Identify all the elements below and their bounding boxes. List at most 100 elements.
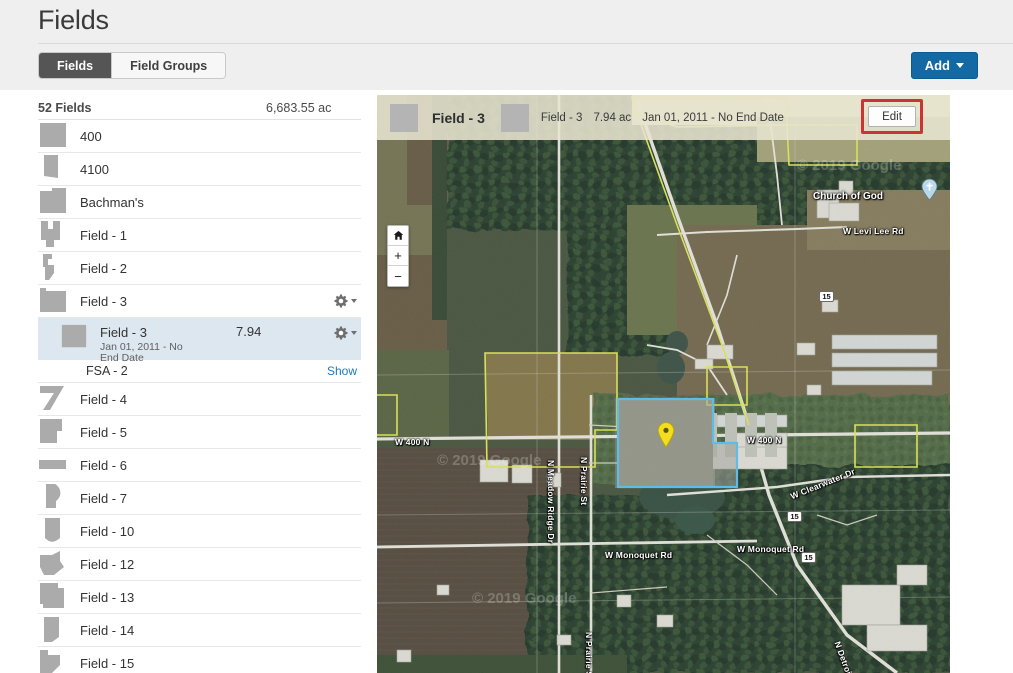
field-shape-thumb bbox=[38, 582, 68, 612]
field-shape-icon bbox=[41, 221, 60, 247]
field-row-label: Field - 14 bbox=[80, 622, 135, 638]
field-row[interactable]: Field - 10 bbox=[38, 515, 361, 548]
field-row[interactable]: Field - 4 bbox=[38, 383, 361, 416]
zoom-out-icon[interactable]: − bbox=[388, 266, 408, 286]
road-label: N Prairie St bbox=[584, 632, 594, 673]
tab-fields[interactable]: Fields bbox=[39, 53, 113, 78]
road-label: W Monoquet Rd bbox=[737, 544, 805, 554]
map-panel[interactable]: W 400 N W 400 N W Levi Lee Rd N Meadow Ridg… bbox=[377, 95, 950, 673]
field-shape-icon bbox=[44, 617, 59, 642]
fields-list: 400 4100 Bachman's Field - 1 Field - 2 Field … bbox=[22, 120, 377, 673]
field-shape-icon bbox=[40, 123, 66, 147]
fields-page: Fields Fields Field Groups Add 52 Fields… bbox=[0, 0, 1013, 673]
field-row[interactable]: Field - 1 bbox=[38, 219, 361, 252]
total-acres: 6,683.55 ac bbox=[266, 100, 332, 115]
fsa-show-link[interactable]: Show bbox=[327, 364, 357, 378]
home-glyph bbox=[393, 230, 403, 240]
field-row[interactable]: Field - 12 bbox=[38, 548, 361, 581]
field-shape-thumb bbox=[38, 450, 68, 480]
field-shape-icon bbox=[40, 551, 64, 575]
field-row[interactable]: Field - 15 bbox=[38, 647, 361, 673]
church-icon bbox=[921, 179, 938, 201]
field-row[interactable]: Field - 3 bbox=[38, 285, 361, 318]
road-label: W Monoquet Rd bbox=[605, 550, 673, 560]
field-row[interactable]: 400 bbox=[38, 120, 361, 153]
season-name: Field - 3 bbox=[100, 325, 147, 340]
map-attribution-watermark: © 2019 Google bbox=[797, 157, 902, 174]
tab-field-groups[interactable]: Field Groups bbox=[112, 53, 226, 78]
home-icon[interactable] bbox=[388, 226, 408, 246]
caret-down-icon bbox=[351, 299, 357, 303]
page-title: Fields bbox=[38, 5, 109, 35]
field-shape-icon bbox=[40, 188, 66, 213]
caret-down-icon bbox=[351, 331, 357, 335]
road-label: W 400 N bbox=[747, 435, 782, 445]
field-shape-icon bbox=[39, 460, 66, 469]
field-shape-thumb bbox=[38, 483, 68, 513]
road-label: W Levi Lee Rd bbox=[843, 226, 904, 236]
field-row-label: Field - 3 bbox=[80, 293, 127, 309]
field-shape-thumb bbox=[38, 648, 68, 673]
field-shape-icon bbox=[44, 155, 58, 178]
poi-label: Church of God bbox=[813, 191, 883, 202]
map-zoom-controls[interactable]: + − bbox=[387, 225, 409, 287]
meta-acres: 7.94 ac bbox=[593, 111, 632, 124]
field-shape-icon bbox=[40, 288, 66, 312]
field-shape-icon bbox=[46, 484, 61, 508]
header-divider bbox=[38, 43, 1013, 44]
fields-count: 52 Fields bbox=[38, 100, 92, 115]
field-shape-thumb bbox=[38, 417, 68, 447]
field-shape-thumb bbox=[38, 516, 68, 546]
satellite-imagery bbox=[377, 95, 950, 673]
season-gear-menu[interactable] bbox=[334, 326, 357, 340]
highway-shield: 15 bbox=[801, 552, 816, 563]
field-row[interactable]: Field - 7 bbox=[38, 482, 361, 515]
field-season-row-selected[interactable]: Field - 3 Jan 01, 2011 - No End Date 7.94 bbox=[38, 318, 361, 364]
zoom-in-icon[interactable]: + bbox=[388, 246, 408, 266]
road-label: W 400 N bbox=[395, 437, 430, 447]
field-row-label: Field - 13 bbox=[80, 589, 135, 605]
caret-down-icon bbox=[956, 63, 964, 68]
field-shape-thumb bbox=[38, 121, 68, 151]
field-row-label: Field - 10 bbox=[80, 523, 135, 539]
field-shape-thumb bbox=[38, 154, 68, 184]
edit-button-annotation: Edit bbox=[861, 99, 923, 134]
page-header-band: Fields Fields Field Groups Add bbox=[0, 0, 1013, 90]
field-shape-thumb bbox=[38, 220, 68, 250]
field-row-label: Bachman's bbox=[80, 194, 144, 210]
field-shape-icon bbox=[43, 254, 54, 280]
map-marker-pin bbox=[657, 422, 675, 448]
edit-button[interactable]: Edit bbox=[868, 106, 916, 127]
field-row[interactable]: 4100 bbox=[38, 153, 361, 186]
field-row[interactable]: Field - 2 bbox=[38, 252, 361, 285]
highway-shield: 15 bbox=[819, 291, 834, 302]
meta-dates: Jan 01, 2011 - No End Date bbox=[642, 111, 784, 124]
field-row-label: Field - 6 bbox=[80, 457, 127, 473]
field-shape-icon bbox=[40, 419, 62, 443]
field-row[interactable]: Field - 13 bbox=[38, 581, 361, 614]
crop-thumbnail-icon bbox=[500, 103, 529, 132]
field-row-gear-menu[interactable] bbox=[334, 294, 357, 308]
map-field-title: Field - 3 bbox=[432, 109, 485, 126]
fsa-sub-row: FSA - 2 Show bbox=[38, 360, 361, 383]
field-shape-thumb bbox=[38, 384, 68, 414]
field-row-label: 4100 bbox=[80, 161, 109, 177]
field-shape-thumb bbox=[38, 615, 68, 645]
season-acres: 7.94 bbox=[236, 324, 262, 339]
field-row-label: Field - 12 bbox=[80, 556, 135, 572]
meta-name: Field - 3 bbox=[540, 111, 583, 124]
field-row-label: Field - 7 bbox=[80, 490, 127, 506]
map-attribution-watermark: © 2019 Google bbox=[437, 452, 542, 469]
fields-list-panel[interactable]: 52 Fields 6,683.55 ac 400 4100 Bachman's Fi… bbox=[22, 90, 377, 673]
road-label: N Meadow Ridge Dr bbox=[546, 460, 556, 544]
gear-icon bbox=[334, 294, 348, 308]
field-row[interactable]: Field - 6 bbox=[38, 449, 361, 482]
field-row[interactable]: Bachman's bbox=[38, 186, 361, 219]
highway-shield: 15 bbox=[787, 511, 802, 522]
field-shape-icon bbox=[45, 518, 60, 542]
add-button[interactable]: Add bbox=[910, 52, 978, 79]
field-row[interactable]: Field - 14 bbox=[38, 614, 361, 647]
list-summary: 52 Fields 6,683.55 ac bbox=[38, 90, 361, 120]
field-row[interactable]: Field - 5 bbox=[38, 416, 361, 449]
field-shape-thumb bbox=[38, 187, 68, 217]
